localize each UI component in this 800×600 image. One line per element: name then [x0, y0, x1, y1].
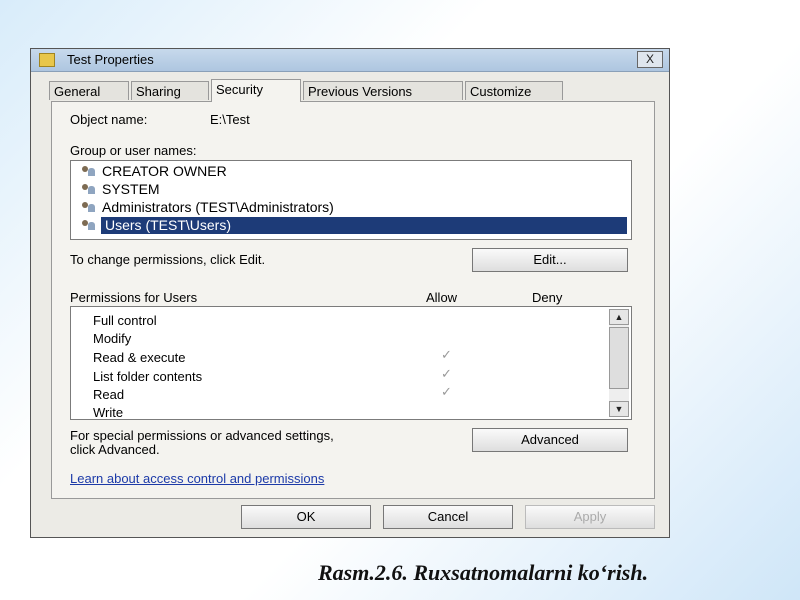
permissions-label: Permissions for Users: [70, 290, 198, 305]
user-row-system[interactable]: SYSTEM: [81, 181, 160, 198]
scroll-down-icon[interactable]: ▼: [609, 401, 629, 417]
advanced-button[interactable]: Advanced: [472, 428, 628, 452]
user-group-icon: [81, 201, 97, 213]
cancel-button[interactable]: Cancel: [383, 505, 513, 529]
allow-header: Allow: [426, 290, 458, 305]
title-bar: Test Properties X: [31, 49, 669, 72]
scroll-thumb[interactable]: [609, 327, 629, 389]
user-row-users[interactable]: [81, 217, 102, 234]
perm-read-execute: Read & execute: [93, 350, 186, 365]
window-title: Test Properties: [67, 52, 154, 67]
allow-check: ✓: [441, 366, 452, 381]
user-row-creator-owner[interactable]: CREATOR OWNER: [81, 163, 227, 180]
perm-full-control: Full control: [93, 313, 157, 328]
perm-write: Write: [93, 405, 124, 420]
user-row-users-selected[interactable]: Users (TEST\Users): [101, 217, 627, 234]
user-group-icon: [81, 183, 97, 195]
tab-sharing[interactable]: Sharing: [131, 81, 209, 100]
tab-general[interactable]: General: [49, 81, 129, 100]
learn-more-link[interactable]: Learn about access control and permissio…: [70, 471, 324, 486]
user-group-icon: [81, 165, 97, 177]
perm-modify: Modify: [93, 331, 132, 346]
allow-check: ✓: [441, 347, 452, 362]
user-group-icon: [81, 219, 97, 231]
allow-check: ✓: [441, 384, 452, 399]
special-hint-line-2: click Advanced.: [70, 442, 160, 457]
permissions-list: Full control Modify Read & execute ✓ Lis…: [70, 306, 632, 420]
properties-dialog: Test Properties X General Sharing Securi…: [30, 48, 670, 538]
user-row-administrators[interactable]: Administrators (TEST\Administrators): [81, 199, 334, 216]
change-hint: To change permissions, click Edit.: [70, 252, 266, 267]
group-label: Group or user names:: [70, 143, 197, 158]
object-name-label: Object name:: [70, 112, 148, 127]
scroll-up-icon[interactable]: ▲: [609, 309, 629, 325]
folder-icon: [39, 53, 55, 67]
edit-button[interactable]: Edit...: [472, 248, 628, 272]
tab-security[interactable]: Security: [211, 79, 301, 102]
special-hint-line-1: For special permissions or advanced sett…: [70, 428, 334, 443]
perm-list-folder: List folder contents: [93, 369, 203, 384]
user-list[interactable]: CREATOR OWNER SYSTEM Administrators (TES…: [70, 160, 632, 240]
tab-previous-versions[interactable]: Previous Versions: [303, 81, 463, 100]
tab-customize[interactable]: Customize: [465, 81, 563, 100]
apply-button[interactable]: Apply: [525, 505, 655, 529]
ok-button[interactable]: OK: [241, 505, 371, 529]
deny-header: Deny: [532, 290, 563, 305]
security-panel: Object name: E:\Test Group or user names…: [51, 101, 655, 499]
close-button[interactable]: X: [637, 51, 663, 68]
permissions-scrollbar[interactable]: ▲ ▼: [609, 309, 629, 417]
figure-caption: Rasm.2.6. Ruxsatnomalarni ko‘rish.: [318, 560, 649, 585]
object-name-value: E:\Test: [210, 112, 250, 127]
perm-read: Read: [93, 387, 125, 402]
